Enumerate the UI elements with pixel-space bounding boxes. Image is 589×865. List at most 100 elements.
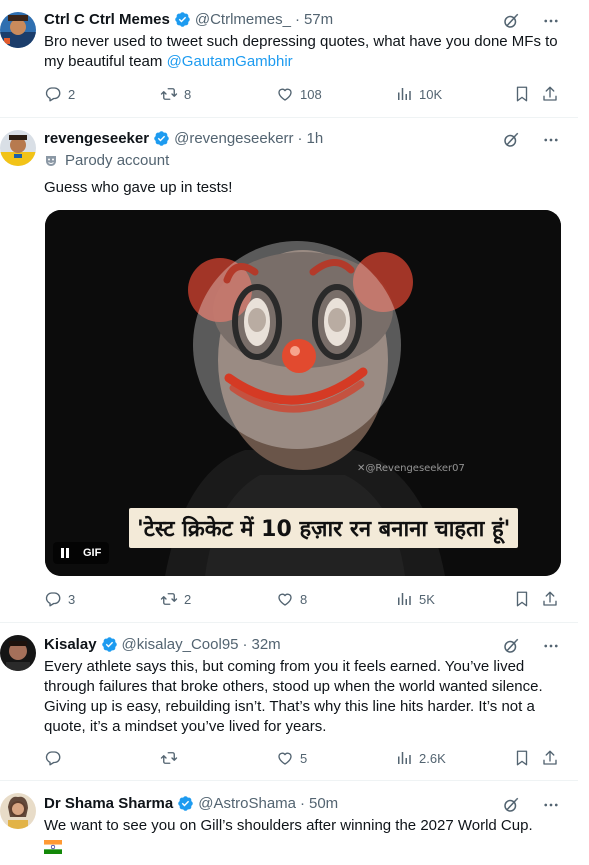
mention-link[interactable]: @GautamGambhir — [167, 53, 293, 70]
tweet-actions: 5 2.6K — [44, 749, 564, 769]
repost-count: 2 — [184, 591, 192, 607]
tweet-header: Kisalay @kisalay_Cool95 · 32m — [44, 633, 281, 655]
reply-icon — [44, 749, 62, 767]
views-button[interactable]: 2.6K — [395, 749, 446, 767]
pause-icon[interactable] — [61, 548, 69, 558]
timestamp[interactable]: 32m — [252, 636, 281, 653]
like-button[interactable]: 108 — [276, 85, 322, 103]
grok-icon[interactable] — [502, 637, 520, 655]
display-name[interactable]: revengeseeker — [44, 130, 149, 147]
grok-icon[interactable] — [502, 131, 520, 149]
more-options-icon[interactable] — [542, 12, 560, 30]
views-icon — [395, 590, 413, 608]
avatar[interactable] — [0, 793, 36, 829]
bookmark-button[interactable] — [513, 590, 531, 608]
tweet-ctrlc-ctrlmemes[interactable]: Ctrl C Ctrl Memes @Ctrlmemes_ · 57m Bro … — [0, 0, 578, 118]
tweet-header-actions — [502, 796, 560, 814]
tweet-header-actions — [502, 12, 560, 30]
avatar[interactable] — [0, 12, 36, 48]
reply-button[interactable] — [44, 749, 62, 767]
like-count: 8 — [300, 591, 308, 607]
repost-button[interactable] — [160, 749, 178, 767]
bookmark-icon — [513, 590, 531, 608]
gif-label: GIF — [83, 547, 102, 559]
repost-button[interactable]: 8 — [160, 85, 191, 103]
tweet-text: We want to see you on Gill’s shoulders a… — [44, 816, 560, 836]
share-button[interactable] — [541, 590, 559, 608]
bookmark-button[interactable] — [513, 85, 531, 103]
display-name[interactable]: Dr Shama Sharma — [44, 795, 173, 812]
like-button[interactable]: 5 — [276, 749, 307, 767]
display-name[interactable]: Kisalay — [44, 636, 97, 653]
share-icon — [541, 85, 559, 103]
timestamp[interactable]: 50m — [309, 795, 338, 812]
separator-dot: · — [294, 10, 300, 28]
share-icon — [541, 749, 559, 767]
repost-count: 8 — [184, 86, 192, 102]
repost-button[interactable]: 2 — [160, 590, 191, 608]
tweet-header: Ctrl C Ctrl Memes @Ctrlmemes_ · 57m — [44, 8, 333, 30]
grok-icon[interactable] — [502, 796, 520, 814]
reply-count: 3 — [68, 591, 76, 607]
tweet-text: Guess who gave up in tests! — [44, 178, 560, 198]
timestamp[interactable]: 57m — [304, 11, 333, 28]
tweet-text-body: We want to see you on Gill’s shoulders a… — [44, 817, 533, 834]
avatar[interactable] — [0, 130, 36, 166]
user-handle[interactable]: @AstroShama — [198, 795, 296, 812]
tweet-actions: 2 8 108 10K — [44, 85, 564, 105]
user-handle[interactable]: @kisalay_Cool95 — [122, 636, 239, 653]
repost-icon — [160, 85, 178, 103]
tweet-header-actions — [502, 131, 560, 149]
reply-count: 2 — [68, 86, 76, 102]
share-button[interactable] — [541, 85, 559, 103]
theater-mask-icon — [46, 155, 56, 166]
avatar-image — [0, 793, 36, 829]
reply-button[interactable]: 3 — [44, 590, 75, 608]
tweet-header: revengeseeker @revengeseekerr · 1h — [44, 127, 323, 149]
media-caption-text: 'टेस्ट क्रिकेट में 10 हज़ार रन बनाना चाह… — [129, 508, 519, 548]
like-button[interactable]: 8 — [276, 590, 307, 608]
avatar-image — [0, 130, 36, 166]
avatar[interactable] — [0, 635, 36, 671]
share-button[interactable] — [541, 749, 559, 767]
tweet-kisalay[interactable]: Kisalay @kisalay_Cool95 · 32m Every athl… — [0, 623, 578, 781]
bookmark-button[interactable] — [513, 749, 531, 767]
gif-badge[interactable]: GIF — [53, 542, 110, 564]
repost-icon — [160, 590, 178, 608]
views-button[interactable]: 5K — [395, 590, 435, 608]
user-handle[interactable]: @Ctrlmemes_ — [195, 11, 291, 28]
grok-icon[interactable] — [502, 12, 520, 30]
more-options-icon[interactable] — [542, 796, 560, 814]
tweet-text: Every athlete says this, but coming from… — [44, 657, 546, 737]
verified-badge-icon — [174, 11, 191, 28]
more-options-icon[interactable] — [542, 131, 560, 149]
bookmark-icon — [513, 749, 531, 767]
india-flag-icon — [44, 840, 62, 854]
tweet-header-actions — [502, 637, 560, 655]
media-watermark: ✕@Revengeseeker07 — [357, 463, 465, 474]
views-icon — [395, 85, 413, 103]
gif-media[interactable]: ✕@Revengeseeker07 'टेस्ट क्रिकेट में 10 … — [45, 210, 561, 576]
tweet-text-body: Bro never used to tweet such depressing … — [44, 33, 558, 70]
separator-dot: · — [297, 129, 303, 147]
tweet-dr-shama-sharma[interactable]: Dr Shama Sharma @AstroShama · 50m We wan… — [0, 781, 578, 865]
verified-badge-icon — [153, 130, 170, 147]
like-icon — [276, 590, 294, 608]
views-count: 10K — [419, 86, 443, 102]
like-icon — [276, 749, 294, 767]
user-handle[interactable]: @revengeseekerr — [174, 130, 293, 147]
reply-button[interactable]: 2 — [44, 85, 75, 103]
views-count: 2.6K — [419, 750, 446, 766]
views-button[interactable]: 10K — [395, 85, 442, 103]
separator-dot: · — [300, 794, 305, 812]
more-options-icon[interactable] — [542, 637, 560, 655]
avatar-image — [0, 635, 36, 671]
verified-badge-icon — [177, 795, 194, 812]
display-name[interactable]: Ctrl C Ctrl Memes — [44, 11, 170, 28]
reply-icon — [44, 85, 62, 103]
like-count: 108 — [300, 86, 322, 102]
timestamp[interactable]: 1h — [307, 130, 324, 147]
tweet-revengeseeker[interactable]: revengeseeker @revengeseekerr · 1h Parod… — [0, 118, 578, 623]
tweet-text-body: Guess who gave up in tests! — [44, 179, 233, 196]
bookmark-icon — [513, 85, 531, 103]
